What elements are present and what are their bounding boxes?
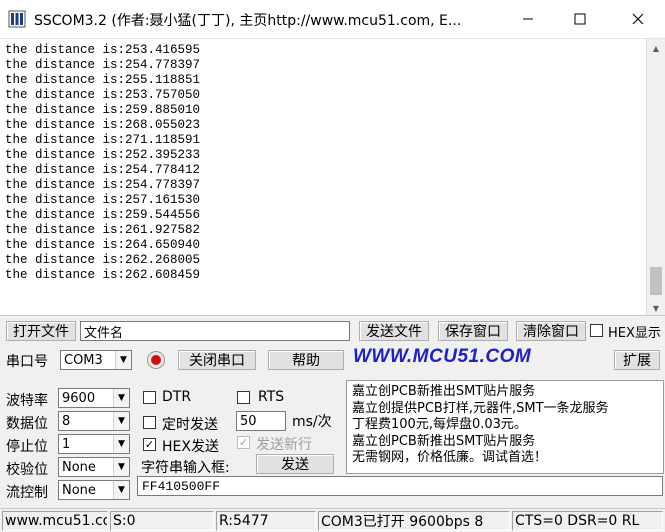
- help-button[interactable]: 帮助: [268, 350, 344, 370]
- close-icon: [632, 13, 643, 25]
- baud-label: 波特率: [6, 393, 48, 409]
- stop-bits-label: 停止位: [6, 439, 48, 455]
- rts-checkbox[interactable]: [237, 391, 250, 404]
- baud-select[interactable]: 9600 ▼: [58, 388, 130, 408]
- chevron-down-icon: ▼: [113, 435, 129, 453]
- ad-line: 嘉立创PCB新推出SMT贴片服务: [352, 384, 536, 399]
- timed-send-checkbox[interactable]: [143, 416, 156, 429]
- rts-label: RTS: [258, 389, 285, 405]
- output-line: the distance is:262.608459: [5, 268, 201, 282]
- status-signals: CTS=0 DSR=0 RL: [512, 511, 663, 531]
- output-line: the distance is:257.161530: [5, 193, 201, 207]
- output-line: the distance is:254.778412: [5, 163, 201, 177]
- chevron-down-icon: ▼: [113, 458, 129, 476]
- maximize-button[interactable]: [554, 0, 606, 38]
- output-line: the distance is:268.055023: [5, 118, 201, 132]
- output-line: the distance is:252.395233: [5, 148, 201, 162]
- ad-line: 丁程费100元,每焊盘0.03元。: [352, 417, 527, 432]
- status-received-count: R:5477: [216, 511, 316, 531]
- port-select[interactable]: COM3 ▼: [60, 350, 132, 370]
- ad-line: 嘉立创提供PCB打样,元器件,SMT一条龙服务: [352, 400, 609, 416]
- stop-bits-value: 1: [62, 436, 71, 452]
- flow-control-label: 流控制: [6, 485, 48, 501]
- hex-send-checkbox[interactable]: ✓: [143, 438, 156, 451]
- output-line: the distance is:253.757050: [5, 88, 201, 102]
- data-bits-select[interactable]: 8 ▼: [58, 411, 130, 431]
- dtr-checkbox[interactable]: [143, 391, 156, 404]
- output-line: the distance is:262.268005: [5, 253, 201, 267]
- ad-line: 无需钢网，价格低廉。调试首选！: [352, 450, 548, 465]
- control-panel: 打开文件 文件名 发送文件 保存窗口 清除窗口 HEX显示 串口号 COM3 ▼…: [0, 316, 665, 508]
- chevron-down-icon: ▼: [113, 412, 129, 430]
- flow-control-select[interactable]: None ▼: [58, 480, 130, 500]
- stop-bits-select[interactable]: 1 ▼: [58, 434, 130, 454]
- port-value: COM3: [64, 352, 103, 368]
- output-line: the distance is:253.416595: [5, 43, 201, 57]
- parity-value: None: [62, 459, 96, 475]
- open-file-button[interactable]: 打开文件: [6, 321, 76, 341]
- minimize-icon: [523, 18, 533, 20]
- hex-display-label: HEX显示: [608, 326, 661, 341]
- send-file-button[interactable]: 发送文件: [359, 321, 429, 341]
- close-port-button[interactable]: 关闭串口: [178, 350, 256, 370]
- save-window-button[interactable]: 保存窗口: [438, 321, 508, 341]
- flow-control-value: None: [62, 482, 96, 498]
- app-icon: [8, 10, 26, 28]
- status-bar: www.mcu51.cor S:0 R:5477 COM3已打开 9600bps…: [0, 508, 665, 532]
- output-line: the distance is:259.885010: [5, 103, 201, 117]
- advertisement-box: 嘉立创PCB新推出SMT贴片服务 嘉立创提供PCB打样,元器件,SMT一条龙服务…: [346, 380, 664, 474]
- output-lines: the distance is:253.416595 the distance i…: [5, 43, 200, 283]
- maximize-icon: [574, 13, 586, 25]
- minimize-button[interactable]: [502, 0, 554, 38]
- scroll-down-icon[interactable]: ▼: [647, 299, 665, 315]
- port-status-indicator-icon: [147, 351, 165, 369]
- output-line: the distance is:259.544556: [5, 208, 201, 222]
- status-port-state: COM3已打开 9600bps 8: [318, 511, 510, 531]
- clear-window-button[interactable]: 清除窗口: [516, 321, 586, 341]
- interval-unit-label: ms/次: [292, 414, 332, 430]
- data-bits-value: 8: [62, 413, 71, 429]
- output-line: the distance is:254.778397: [5, 58, 201, 72]
- vertical-scrollbar[interactable]: ▲ ▼: [646, 39, 665, 315]
- parity-label: 校验位: [6, 462, 48, 478]
- timed-send-label: 定时发送: [162, 417, 218, 433]
- chevron-down-icon: ▼: [113, 481, 129, 499]
- output-line: the distance is:261.927582: [5, 223, 201, 237]
- title-bar: SSCOM3.2 (作者:聂小猛(丁丁), 主页http://www.mcu51…: [0, 0, 665, 38]
- hex-send-label: HEX发送: [162, 439, 219, 455]
- hex-display-checkbox[interactable]: [590, 324, 603, 337]
- file-name-field[interactable]: 文件名: [80, 321, 350, 341]
- window-title: SSCOM3.2 (作者:聂小猛(丁丁), 主页http://www.mcu51…: [34, 13, 462, 29]
- baud-value: 9600: [62, 390, 96, 406]
- status-site: www.mcu51.cor: [2, 511, 108, 531]
- status-sent-count: S:0: [110, 511, 214, 531]
- send-button[interactable]: 发送: [256, 454, 334, 474]
- scroll-up-icon[interactable]: ▲: [647, 39, 665, 57]
- string-input-label: 字符串输入框:: [141, 460, 230, 476]
- output-line: the distance is:264.650940: [5, 238, 201, 252]
- chevron-down-icon: ▼: [115, 351, 131, 369]
- send-newline-checkbox[interactable]: ✓: [237, 436, 250, 449]
- parity-select[interactable]: None ▼: [58, 457, 130, 477]
- receive-output-area[interactable]: the distance is:253.416595 the distance i…: [0, 38, 665, 316]
- brand-logo: WWW.MCU51.COM: [353, 346, 532, 367]
- data-bits-label: 数据位: [6, 416, 48, 432]
- expand-button[interactable]: 扩展: [614, 350, 660, 370]
- interval-input[interactable]: 50: [236, 411, 286, 431]
- output-line: the distance is:271.118591: [5, 133, 201, 147]
- ad-line: 嘉立创PCB新推出SMT贴片服务: [352, 433, 536, 449]
- chevron-down-icon: ▼: [113, 389, 129, 407]
- close-button[interactable]: [610, 0, 665, 38]
- port-label: 串口号: [6, 354, 48, 370]
- dtr-label: DTR: [162, 389, 192, 405]
- send-newline-label: 发送新行: [256, 437, 312, 453]
- send-text-input[interactable]: FF410500FF: [137, 476, 663, 496]
- output-line: the distance is:255.118851: [5, 73, 201, 87]
- scrollbar-thumb[interactable]: [650, 267, 662, 295]
- output-line: the distance is:254.778397: [5, 178, 201, 192]
